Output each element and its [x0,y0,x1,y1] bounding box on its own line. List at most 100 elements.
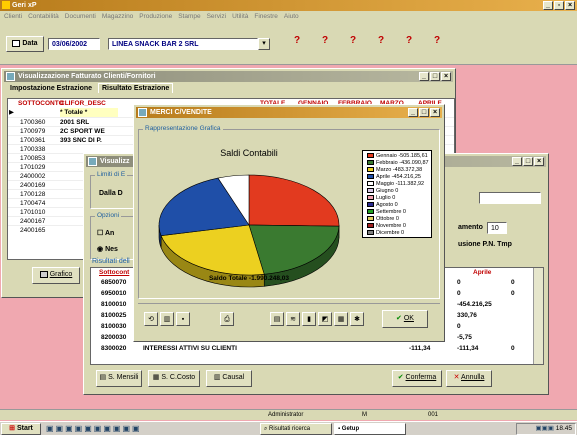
minimize-button[interactable]: _ [543,1,553,10]
radio-nes[interactable]: ◉ Nes [97,245,118,253]
right-value-1[interactable]: 10 [487,222,507,234]
minimize-button[interactable]: _ [419,72,429,81]
right-field-1[interactable] [479,192,541,204]
help-mark-4[interactable]: ? [378,35,384,46]
rotate-icon[interactable]: ⟲ [144,312,158,326]
legend-swatch [367,181,374,187]
close-button[interactable]: × [441,72,451,81]
start-label: Start [16,425,33,432]
app-icon [2,1,10,9]
legend-label: Aprile -454.216,25 [376,174,421,180]
clock: 18.45 [555,425,572,432]
help-mark-6[interactable]: ? [434,35,440,46]
legend-label: Maggio -111.382,92 [376,181,425,187]
app-title: Geri xP [12,2,37,9]
s-ccosto-label: S. C.Costo [161,374,196,381]
legend-swatch [367,167,374,173]
maximize-button[interactable]: □ [430,72,440,81]
pie-chart-icon[interactable]: ✱ [350,312,364,326]
print-icon[interactable]: ⎙ [220,312,234,326]
s-mensili-button[interactable]: ▤ S. Mensili [96,370,142,387]
legend-swatch [367,195,374,201]
grafico-label: Grafico [49,271,73,278]
minimize-button[interactable]: _ [512,157,522,166]
column-chart-icon[interactable]: ▮ [302,312,316,326]
pie-slice [248,224,340,275]
maximize-button[interactable]: □ [523,157,533,166]
menu-documenti[interactable]: Documenti [65,11,96,23]
legend-entry: Novembre 0 [367,223,406,230]
legend-swatch [367,174,374,180]
task-getup[interactable]: ▪ Getup [334,423,406,435]
checkbox-an[interactable]: ☐ An [97,229,114,237]
close-button[interactable]: × [565,1,575,10]
bar-chart-icon[interactable]: ▤ [270,312,284,326]
company-dropdown-button[interactable]: ▾ [258,38,270,50]
chart-footer: Saldo Totale -1.990.248,03 [209,275,289,282]
vertical-scrollbar[interactable] [533,268,543,364]
legend-entry: Aprile -454.216,25 [367,174,421,181]
close-button[interactable]: × [534,157,544,166]
menu-aiuto[interactable]: Aiuto [284,11,299,23]
menu-finestre[interactable]: Finestre [254,11,277,23]
menu-magazzino[interactable]: Magazzino [102,11,133,23]
legend-label: Luglio 0 [376,195,396,201]
menu-produzione[interactable]: Produzione [139,11,172,23]
checkbox-an-label: An [104,230,115,237]
menu-clienti[interactable]: Clienti [4,11,22,23]
help-mark-1[interactable]: ? [294,35,300,46]
window-icon [88,157,97,166]
area-chart-icon[interactable]: ◩ [318,312,332,326]
task-risultati[interactable]: ⌕ Risultati ricerca [260,423,332,435]
minimize-button[interactable]: _ [408,108,418,117]
help-mark-3[interactable]: ? [350,35,356,46]
close-button[interactable]: × [430,108,440,117]
help-mark-2[interactable]: ? [322,35,328,46]
legend-entry: Agosto 0 [367,202,398,209]
legend-swatch [367,160,374,166]
stack-chart-icon[interactable]: ▦ [334,312,348,326]
date-field[interactable]: 03/06/2002 [48,38,100,50]
window-icon [138,108,147,117]
conferma-button[interactable]: ✔ Conferma [392,370,442,387]
legend-swatch [367,202,374,208]
cell-c1: 330,76 [457,312,477,319]
grafico-button[interactable]: Grafico [32,267,80,284]
chart-title-bar: MERCI C/VENDITE _ □ × [136,107,442,118]
cell-c1: -454.216,25 [457,301,492,308]
maximize-button[interactable]: □ [419,108,429,117]
viz-title-bar: Visualizzazione Fatturato Clienti/Fornit… [4,71,453,82]
save-icon[interactable]: ▪ [176,312,190,326]
ok-label: OK [403,315,414,322]
restore-button[interactable]: ▫ [554,1,564,10]
legend-label: Giugno 0 [376,188,399,194]
ok-button[interactable]: ✔ OK [382,310,428,328]
menu-contabilita[interactable]: Contabilità [28,11,59,23]
toolbar: Data 03/06/2002 LINEA SNACK BAR 2 SRL ▾ … [0,23,577,65]
table-view-icon[interactable]: ▥ [160,312,174,326]
causali-button[interactable]: ▥ Causal [206,370,252,387]
legend-entry: Luglio 0 [367,195,395,202]
legend-entry: Gennaio -505.185,61 [367,153,428,160]
legend-label: Gennaio -505.185,61 [376,153,428,159]
legend-entry: Ottobre 0 [367,216,399,223]
date-button[interactable]: Data [6,36,44,52]
line-chart-icon[interactable]: ≋ [286,312,300,326]
company-field[interactable]: LINEA SNACK BAR 2 SRL [108,38,258,50]
menu-servizi[interactable]: Servizi [207,11,227,23]
s-ccosto-button[interactable]: ▦ S. C.Costo [148,370,200,387]
app-window-controls: _ ▫ × [543,1,575,10]
calendar-icon [12,39,21,47]
tab-impostazione[interactable]: Impostazione Estrazione [10,85,92,92]
radio-nes-label: Nes [105,246,118,253]
start-button[interactable]: ⊞ Start [1,423,41,435]
col-clifor-desc: CLIFOR_DESC [60,100,106,107]
menu-stampe[interactable]: Stampe [178,11,200,23]
annulla-button[interactable]: ✕ Annulla [446,370,492,387]
chart-window-title: MERCI C/VENDITE [150,109,212,116]
legend-entry: Dicembre 0 [367,230,404,237]
help-mark-5[interactable]: ? [406,35,412,46]
tab-risultato[interactable]: Risultato Estrazione [98,83,174,93]
tray-icons: ▣▣▣ [535,425,556,432]
menu-utilita[interactable]: Utilità [232,11,248,23]
